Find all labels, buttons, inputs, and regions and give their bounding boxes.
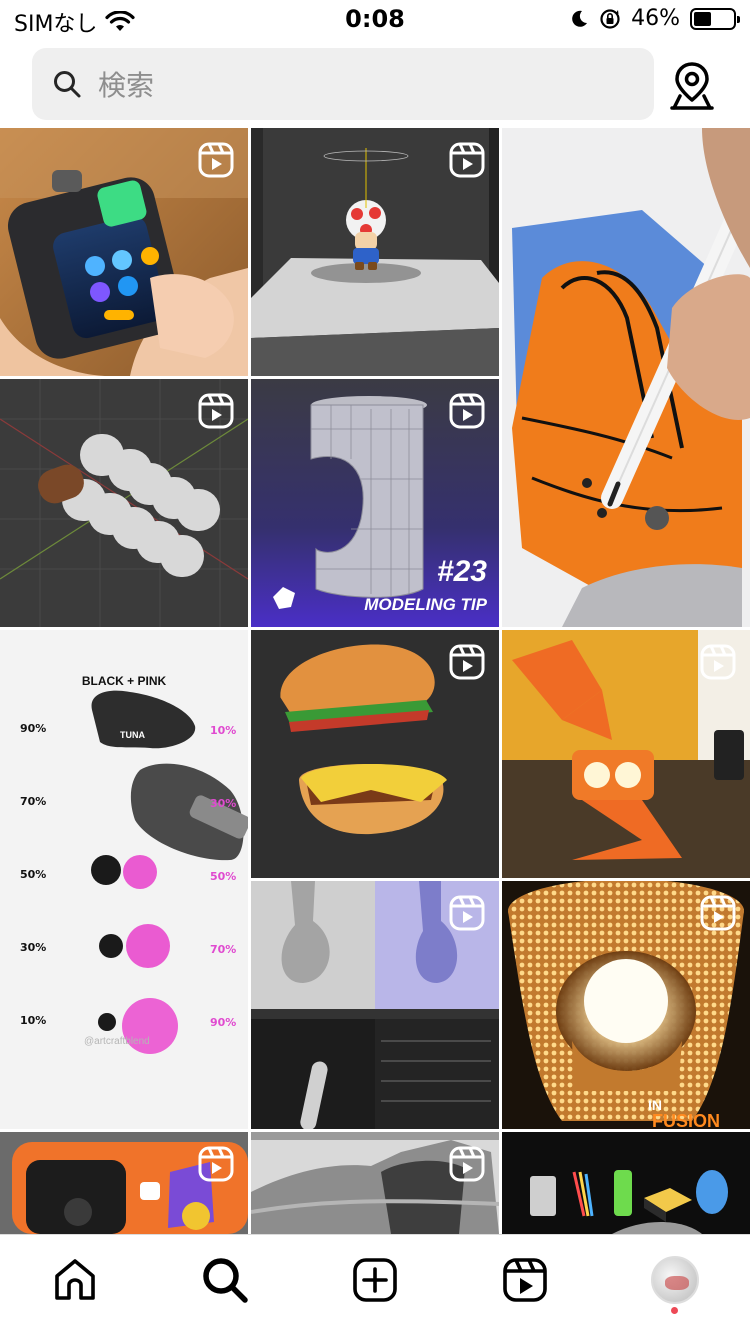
grid-tile-objects-3d[interactable] xyxy=(502,1132,750,1234)
grid-tile-orange-camera[interactable] xyxy=(0,1132,248,1234)
percent-right-1: 10% xyxy=(210,724,237,737)
tab-profile[interactable] xyxy=(645,1250,705,1314)
reels-badge-icon xyxy=(449,895,485,931)
percent-left-5: 10% xyxy=(20,1014,47,1027)
rotation-lock-icon xyxy=(600,8,620,29)
search-placeholder: 検索 xyxy=(98,69,155,102)
percent-right-5: 90% xyxy=(210,1016,237,1029)
battery-icon xyxy=(690,7,740,30)
tab-search[interactable] xyxy=(195,1250,255,1310)
moon-icon xyxy=(572,10,588,27)
grid-tile-fusion-lamp[interactable]: IN FUSION xyxy=(502,881,750,1129)
grid-tile-clay-mix[interactable]: BLACK + PINK TUNA @artcraftblend 90% 70%… xyxy=(0,630,248,1129)
status-right: 46% xyxy=(569,6,740,31)
reels-icon xyxy=(503,1257,547,1302)
grid-tile-burger[interactable] xyxy=(251,630,499,878)
grid-tile-modeling-tip[interactable]: #23 MODELING TIP xyxy=(251,379,499,627)
profile-avatar xyxy=(651,1255,699,1304)
create-icon xyxy=(353,1257,397,1302)
swatch-title: BLACK + PINK xyxy=(81,674,167,688)
reels-badge-icon xyxy=(449,644,485,680)
grid-tile-gadget[interactable] xyxy=(0,128,248,376)
reels-badge-icon xyxy=(449,393,485,429)
grid-tile-droplet-sim[interactable] xyxy=(251,881,499,1129)
swatch-label: TUNA xyxy=(120,730,145,740)
grid-tile-toad-3d[interactable] xyxy=(251,128,499,376)
notification-dot xyxy=(671,1306,678,1314)
tab-create[interactable] xyxy=(345,1250,405,1310)
search-icon xyxy=(203,1257,248,1303)
reels-badge-icon xyxy=(449,1146,485,1182)
percent-left-2: 70% xyxy=(20,795,47,808)
percent-left-1: 90% xyxy=(20,722,47,735)
search-input[interactable]: 検索 xyxy=(32,48,654,120)
grid-tile-pills-3d[interactable] xyxy=(0,379,248,627)
percent-left-3: 50% xyxy=(20,868,47,881)
grid-tile-orange-lamp[interactable] xyxy=(502,630,750,878)
percent-left-4: 30% xyxy=(20,941,47,954)
battery-percent: 46% xyxy=(631,6,680,31)
search-header: 検索 xyxy=(32,48,718,120)
battery-level xyxy=(694,11,712,26)
map-pin-icon[interactable] xyxy=(666,60,718,112)
reels-badge-icon xyxy=(198,393,234,429)
reels-badge-icon xyxy=(700,644,736,680)
reels-badge-icon xyxy=(700,895,736,931)
search-icon xyxy=(54,71,81,98)
home-icon xyxy=(55,1258,95,1300)
reels-badge-icon xyxy=(198,1146,234,1182)
percent-right-2: 30% xyxy=(210,797,237,810)
percent-right-3: 50% xyxy=(210,870,237,883)
modeling-tip-label: MODELING TIP xyxy=(364,595,487,614)
reels-badge-icon xyxy=(449,142,485,178)
tile-image-objects xyxy=(502,1132,750,1234)
fusion-label: FUSION xyxy=(652,1111,721,1129)
percent-right-4: 70% xyxy=(210,943,237,956)
grid-tile-shoe-model[interactable] xyxy=(251,1132,499,1234)
watermark: @artcraftblend xyxy=(84,1036,150,1047)
explore-grid: #23 MODELING TIP BLACK + PINK TUNA @artc… xyxy=(0,128,750,1234)
tab-home[interactable] xyxy=(45,1250,105,1310)
modeling-tip-number: #23 xyxy=(436,555,487,588)
bottom-tab-bar xyxy=(0,1234,750,1334)
status-bar: SIMなし 0:08 46% xyxy=(0,0,750,40)
tab-reels[interactable] xyxy=(495,1250,555,1310)
grid-tile-chair-sketch[interactable] xyxy=(502,128,750,627)
reels-badge-icon xyxy=(198,142,234,178)
tile-image-chair-sketch xyxy=(502,128,750,627)
